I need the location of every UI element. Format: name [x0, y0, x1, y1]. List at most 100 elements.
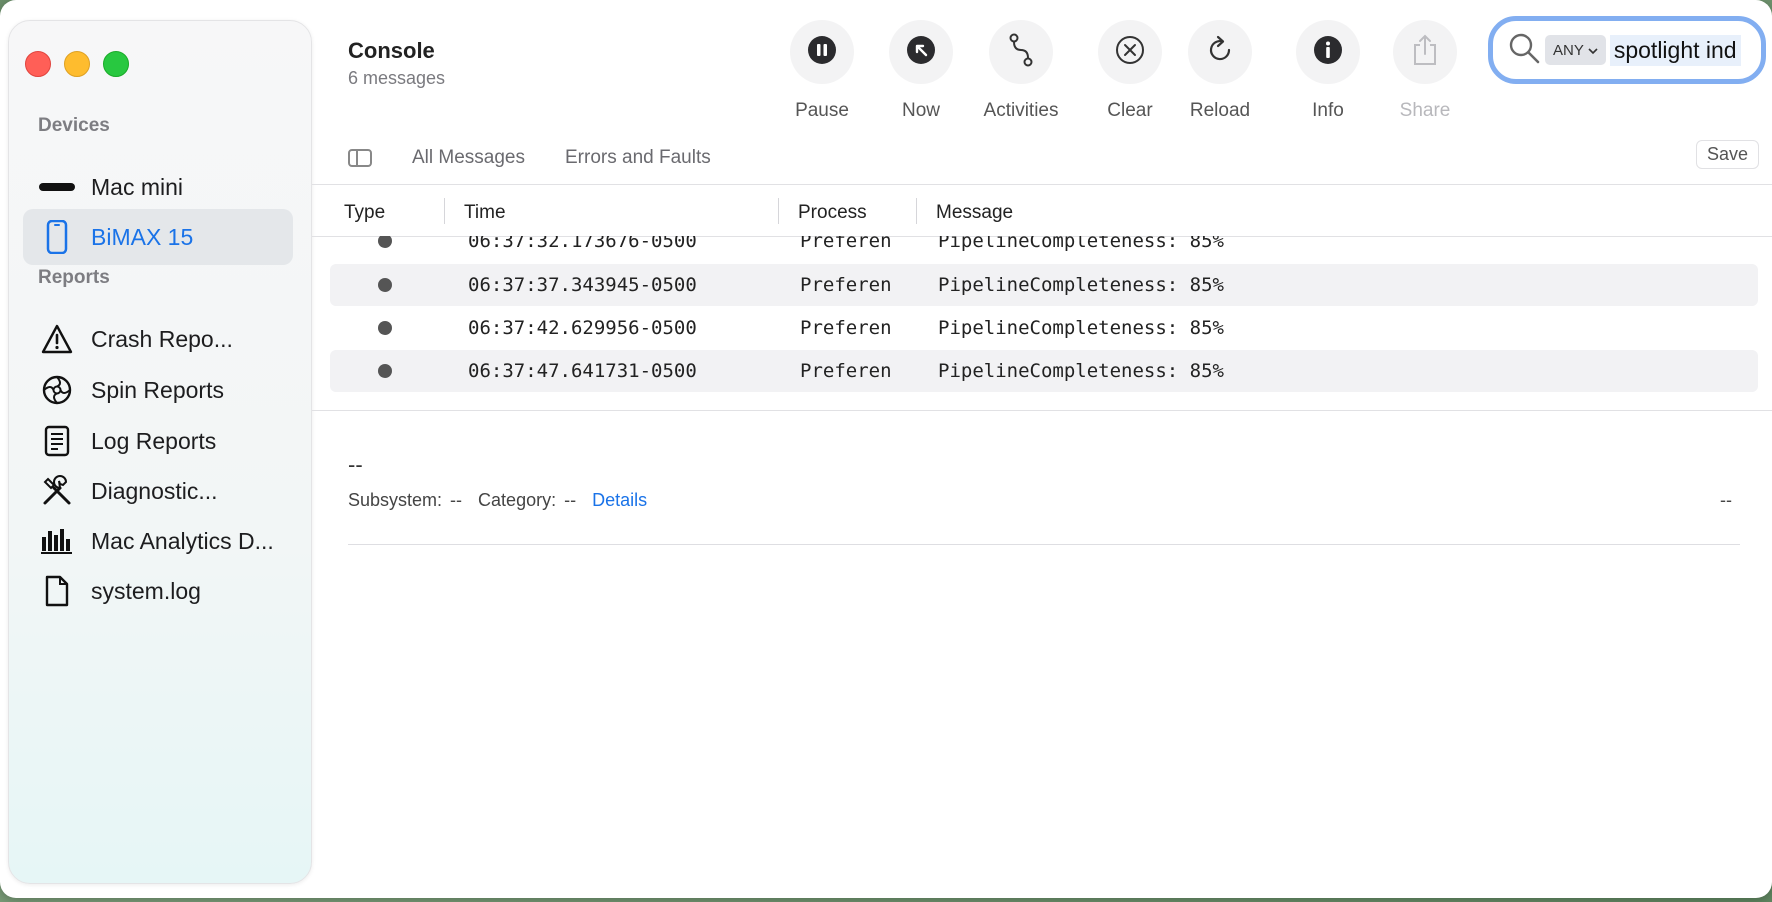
sidebar-item-label: BiMAX 15	[91, 223, 194, 250]
search-scope-label: ANY	[1553, 41, 1584, 59]
filter-bar: All Messages Errors and Faults	[348, 142, 711, 174]
minimize-window-button[interactable]	[64, 51, 90, 77]
devices-header: Devices	[38, 115, 110, 136]
row-message: PipelineCompleteness: 85%	[938, 236, 1224, 252]
detail-right-value: --	[1720, 490, 1732, 510]
sidebar: Devices Mac mini BiMAX 15 Reports Crash …	[8, 20, 312, 884]
log-type-dot-icon	[378, 236, 392, 248]
divider	[312, 410, 1772, 411]
activities-icon	[1006, 33, 1036, 72]
detail-metadata: Subsystem: -- Category: -- Details	[348, 490, 647, 511]
save-button[interactable]: Save	[1696, 140, 1760, 169]
search-scope-token[interactable]: ANY	[1545, 35, 1606, 65]
column-divider[interactable]	[444, 198, 445, 224]
row-time: 06:37:47.641731-0500	[468, 360, 697, 382]
details-link[interactable]: Details	[592, 490, 647, 511]
warning-icon	[39, 321, 75, 357]
column-divider[interactable]	[916, 198, 917, 224]
search-icon	[1507, 31, 1541, 70]
sidebar-item-system-log[interactable]: system.log	[23, 563, 293, 619]
share-label: Share	[1399, 100, 1451, 121]
activities-label: Activities	[983, 100, 1059, 121]
zoom-window-button[interactable]	[103, 51, 129, 77]
table-row[interactable]: 06:37:32.173676-0500 Preferen PipelineCo…	[330, 236, 1758, 262]
reload-label: Reload	[1189, 100, 1251, 121]
console-window: Devices Mac mini BiMAX 15 Reports Crash …	[0, 0, 1772, 898]
info-icon	[1313, 35, 1343, 70]
column-header-type[interactable]: Type	[344, 202, 385, 224]
title-block: Console 6 messages	[348, 38, 445, 89]
filter-all-messages[interactable]: All Messages	[412, 147, 525, 169]
search-field[interactable]: ANY spotlight ind	[1488, 16, 1766, 84]
row-time: 06:37:37.343945-0500	[468, 274, 697, 296]
message-count: 6 messages	[348, 68, 446, 88]
tools-icon	[39, 473, 75, 509]
reload-icon	[1204, 34, 1236, 71]
share-button[interactable]: Share	[1370, 20, 1480, 122]
row-time: 06:37:32.173676-0500	[468, 236, 697, 252]
sidebar-item-label: Spin Reports	[91, 376, 224, 403]
column-header-message[interactable]: Message	[936, 202, 1013, 224]
column-header-time[interactable]: Time	[464, 202, 506, 224]
sidebar-item-label: Log Reports	[91, 427, 217, 454]
clear-label: Clear	[1107, 100, 1153, 121]
pause-label: Pause	[795, 100, 849, 121]
clear-icon	[1114, 34, 1146, 71]
close-window-button[interactable]	[25, 51, 51, 77]
mac-mini-icon	[39, 169, 75, 205]
sidebar-item-label: Crash Repo...	[91, 325, 233, 352]
pause-icon	[807, 35, 837, 70]
spin-icon	[39, 372, 75, 408]
window-controls	[25, 51, 129, 77]
row-process: Preferen	[800, 360, 892, 382]
category-label: Category:	[478, 490, 557, 510]
sidebar-item-bimax-15[interactable]: BiMAX 15	[23, 209, 293, 265]
sidebar-item-mac-mini[interactable]: Mac mini	[23, 159, 293, 215]
analytics-icon	[39, 523, 75, 559]
document-icon	[39, 573, 75, 609]
table-row[interactable]: 06:37:47.641731-0500 Preferen PipelineCo…	[330, 350, 1758, 392]
column-header-process[interactable]: Process	[798, 202, 867, 224]
window-title: Console	[348, 38, 435, 63]
table-row[interactable]: 06:37:42.629956-0500 Preferen PipelineCo…	[330, 307, 1758, 349]
sidebar-item-spin-reports[interactable]: Spin Reports	[23, 362, 293, 418]
sidebar-item-label: Mac mini	[91, 173, 184, 200]
subsystem-value: --	[450, 490, 463, 510]
sidebar-item-label: Diagnostic...	[91, 477, 218, 504]
row-message: PipelineCompleteness: 85%	[938, 317, 1224, 339]
reports-header: Reports	[38, 267, 110, 288]
log-table: 06:37:32.173676-0500 Preferen PipelineCo…	[330, 236, 1758, 396]
divider	[348, 544, 1740, 545]
sidebar-item-label: system.log	[91, 577, 201, 604]
sidebar-item-mac-analytics[interactable]: Mac Analytics D...	[23, 513, 293, 569]
log-report-icon	[39, 423, 75, 459]
table-row[interactable]: 06:37:37.343945-0500 Preferen PipelineCo…	[330, 264, 1758, 306]
log-type-dot-icon	[378, 321, 392, 335]
row-time: 06:37:42.629956-0500	[468, 317, 697, 339]
now-label: Now	[901, 100, 940, 121]
row-process: Preferen	[800, 274, 892, 296]
activities-button[interactable]: Activities	[966, 20, 1076, 122]
phone-icon	[39, 219, 75, 255]
category-value: --	[564, 490, 577, 510]
pause-button[interactable]: Pause	[767, 20, 877, 122]
chevron-down-icon	[1588, 42, 1598, 59]
log-type-dot-icon	[378, 278, 392, 292]
column-divider[interactable]	[778, 198, 779, 224]
row-message: PipelineCompleteness: 85%	[938, 274, 1224, 296]
info-button[interactable]: Info	[1273, 20, 1383, 122]
search-input[interactable]: spotlight ind	[1609, 34, 1741, 66]
sidebar-item-log-reports[interactable]: Log Reports	[23, 413, 293, 469]
divider	[312, 184, 1772, 185]
row-process: Preferen	[800, 236, 892, 252]
now-button[interactable]: Now	[866, 20, 976, 122]
sidebar-item-label: Mac Analytics D...	[91, 527, 274, 554]
sidebar-toggle-icon[interactable]	[348, 149, 372, 167]
reload-button[interactable]: Reload	[1165, 20, 1275, 122]
filter-errors-faults[interactable]: Errors and Faults	[565, 147, 711, 169]
sidebar-item-diagnostics[interactable]: Diagnostic...	[23, 463, 293, 519]
info-label: Info	[1312, 100, 1344, 121]
row-process: Preferen	[800, 317, 892, 339]
row-message: PipelineCompleteness: 85%	[938, 360, 1224, 382]
sidebar-item-crash-reports[interactable]: Crash Repo...	[23, 311, 293, 367]
